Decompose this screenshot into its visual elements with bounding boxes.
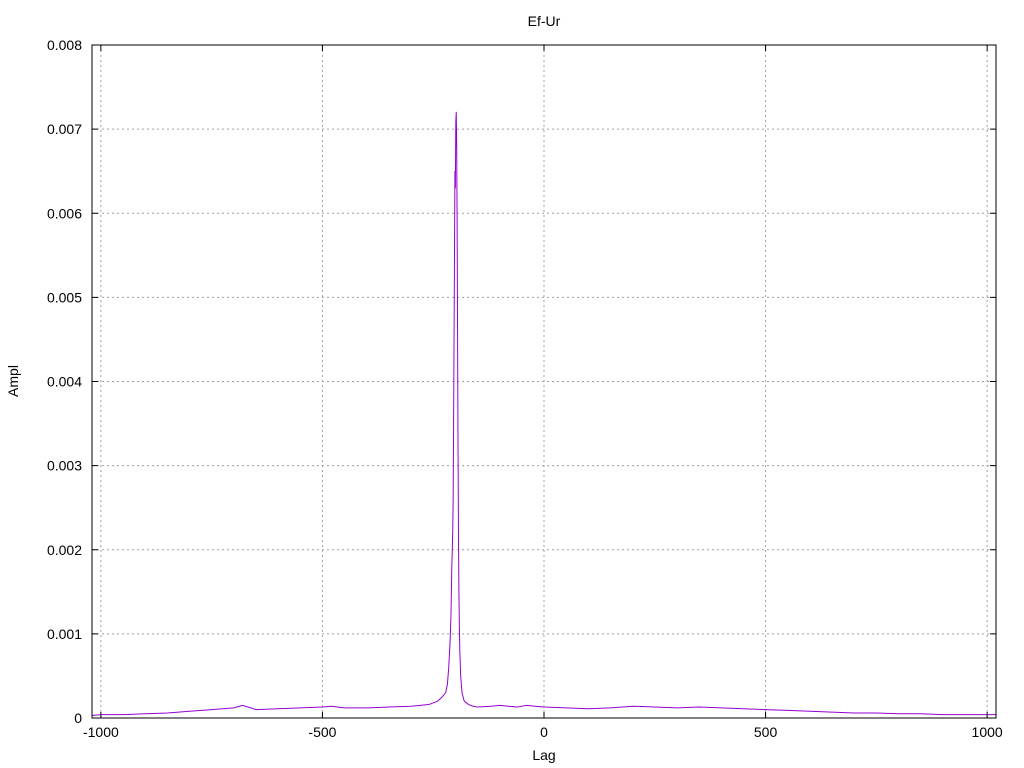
y-axis-title: Ampl bbox=[5, 365, 21, 397]
y-tick-label: 0.006 bbox=[47, 205, 82, 221]
line-chart: -1000 -500 0 500 1000 0 0.001 0.002 0.003 0.004 0.… bbox=[5, 13, 1003, 763]
y-tick-label: 0.005 bbox=[47, 289, 82, 305]
x-axis-title: Lag bbox=[532, 747, 555, 763]
y-tick-label: 0.008 bbox=[47, 37, 82, 53]
grid bbox=[92, 45, 996, 718]
x-tick-label: 0 bbox=[540, 724, 548, 740]
ticks: -1000 -500 0 500 1000 0 0.001 0.002 0.003 0.004 0.… bbox=[47, 37, 1003, 740]
y-tick-label: 0.004 bbox=[47, 374, 82, 390]
x-tick-label: -500 bbox=[308, 724, 336, 740]
y-tick-label: 0.003 bbox=[47, 458, 82, 474]
x-tick-label: -1000 bbox=[83, 724, 119, 740]
y-tick-label: 0.007 bbox=[47, 121, 82, 137]
x-tick-label: 1000 bbox=[972, 724, 1003, 740]
chart-title: Ef-Ur bbox=[528, 13, 561, 29]
y-tick-label: 0 bbox=[74, 710, 82, 726]
y-tick-label: 0.002 bbox=[47, 542, 82, 558]
x-tick-label: 500 bbox=[754, 724, 778, 740]
y-tick-label: 0.001 bbox=[47, 626, 82, 642]
